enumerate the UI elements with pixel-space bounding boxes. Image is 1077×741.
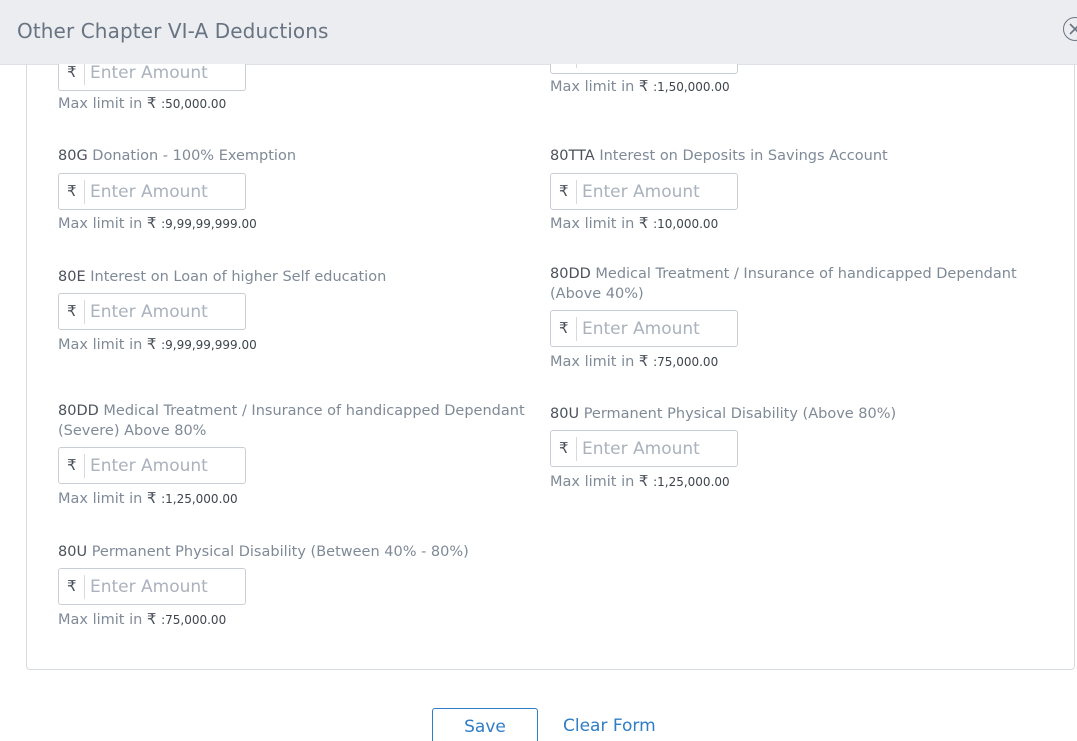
amount-field-80tta: ₹ — [550, 173, 738, 210]
max-limit-value: 1,25,000.00 — [165, 492, 238, 506]
divider — [84, 575, 85, 599]
max-limit: Max limit in ₹ :10,000.00 — [550, 214, 719, 232]
section-code: 80G — [58, 148, 88, 164]
divider — [576, 317, 577, 341]
amount-input[interactable] — [90, 452, 240, 480]
section-code: 80U — [58, 544, 88, 560]
field-80u-between-label: 80U Permanent Physical Disability (Betwe… — [58, 542, 538, 562]
rupee-icon: ₹ — [67, 302, 77, 320]
amount-field-80u-between: ₹ — [58, 568, 246, 605]
divider — [576, 437, 577, 461]
section-description: Medical Treatment / Insurance of handica… — [550, 266, 1017, 302]
close-button[interactable] — [1063, 17, 1077, 41]
divider — [576, 180, 577, 204]
max-limit-value: 75,000.00 — [165, 613, 227, 627]
max-limit: Max limit in ₹ :50,000.00 — [58, 94, 227, 112]
rupee-icon: ₹ — [638, 77, 649, 95]
amount-input[interactable] — [90, 178, 240, 206]
amount-field-80dd-severe: ₹ — [58, 447, 246, 484]
section-description: Interest on Deposits in Savings Account — [599, 148, 888, 164]
modal-header: Other Chapter VI-A Deductions — [0, 0, 1077, 65]
max-limit-value: 50,000.00 — [165, 97, 227, 111]
section-code: 80U — [550, 406, 580, 422]
section-description: Medical Treatment / Insurance of handica… — [58, 403, 525, 439]
section-description: Donation - 100% Exemption — [92, 148, 297, 164]
rupee-icon: ₹ — [146, 610, 157, 628]
save-button[interactable]: Save — [432, 708, 538, 741]
max-limit: Max limit in ₹ :9,99,99,999.00 — [58, 214, 257, 232]
close-icon — [1069, 23, 1077, 35]
max-limit: Max limit in ₹ :75,000.00 — [550, 352, 719, 370]
section-code: 80E — [58, 269, 86, 285]
section-description: Permanent Physical Disability (Above 80%… — [583, 406, 897, 422]
rupee-icon: ₹ — [559, 182, 569, 200]
max-limit-value: 9,99,99,999.00 — [165, 338, 257, 352]
field-80dd-severe-label: 80DD Medical Treatment / Insurance of ha… — [58, 401, 538, 441]
rupee-icon: ₹ — [67, 456, 77, 474]
amount-input[interactable] — [582, 435, 732, 463]
rupee-icon: ₹ — [67, 577, 77, 595]
section-description: Interest on Loan of higher Self educatio… — [90, 269, 387, 285]
divider — [84, 454, 85, 478]
max-limit-value: 1,50,000.00 — [657, 80, 730, 94]
rupee-icon: ₹ — [146, 214, 157, 232]
amount-field-80u-above-80: ₹ — [550, 430, 738, 467]
amount-input[interactable] — [90, 298, 240, 326]
max-limit-value: 75,000.00 — [657, 355, 719, 369]
rupee-icon: ₹ — [67, 182, 77, 200]
amount-field-f0: ₹ — [58, 64, 246, 91]
field-80tta-label: 80TTA Interest on Deposits in Savings Ac… — [550, 146, 1030, 166]
amount-field-80e: ₹ — [58, 293, 246, 330]
amount-field-80g: ₹ — [58, 173, 246, 210]
amount-input[interactable] — [582, 64, 732, 70]
field-80u-above-80-label: 80U Permanent Physical Disability (Above… — [550, 404, 1030, 424]
rupee-icon: ₹ — [67, 64, 77, 81]
section-code: 80TTA — [550, 148, 595, 164]
section-description: Permanent Physical Disability (Between 4… — [91, 544, 469, 560]
field-80dd-above-40-label: 80DD Medical Treatment / Insurance of ha… — [550, 264, 1040, 304]
amount-input[interactable] — [582, 315, 732, 343]
rupee-icon: ₹ — [146, 94, 157, 112]
section-code: 80DD — [58, 403, 99, 419]
max-limit-value: 10,000.00 — [657, 217, 719, 231]
max-limit-value: 9,99,99,999.00 — [165, 217, 257, 231]
field-80e-label: 80E Interest on Loan of higher Self educ… — [58, 267, 528, 287]
max-limit: Max limit in ₹ :1,50,000.00 — [550, 77, 730, 95]
form-footer: Save Clear Form — [0, 670, 1077, 741]
max-limit: Max limit in ₹ :1,25,000.00 — [58, 489, 238, 507]
deductions-form: ₹ Max limit in ₹ :50,000.00 ₹ Max limit … — [26, 64, 1075, 670]
rupee-icon: ₹ — [146, 335, 157, 353]
max-limit-value: 1,25,000.00 — [657, 475, 730, 489]
rupee-icon: ₹ — [638, 214, 649, 232]
divider — [84, 180, 85, 204]
rupee-icon: ₹ — [146, 489, 157, 507]
field-80g-label: 80G Donation - 100% Exemption — [58, 146, 528, 166]
clear-form-button[interactable]: Clear Form — [563, 716, 656, 736]
divider — [576, 64, 577, 68]
rupee-icon: ₹ — [638, 352, 649, 370]
rupee-icon: ₹ — [638, 472, 649, 490]
rupee-icon: ₹ — [559, 439, 569, 457]
amount-input[interactable] — [90, 573, 240, 601]
max-limit: Max limit in ₹ :9,99,99,999.00 — [58, 335, 257, 353]
divider — [84, 300, 85, 324]
section-code: 80DD — [550, 266, 591, 282]
max-limit: Max limit in ₹ :75,000.00 — [58, 610, 227, 628]
divider — [84, 64, 85, 85]
amount-field-f1: ₹ — [550, 64, 738, 74]
amount-input[interactable] — [90, 64, 240, 87]
amount-input[interactable] — [582, 178, 732, 206]
modal-title: Other Chapter VI-A Deductions — [17, 19, 329, 43]
rupee-icon: ₹ — [559, 319, 569, 337]
max-limit: Max limit in ₹ :1,25,000.00 — [550, 472, 730, 490]
amount-field-80dd-above-40: ₹ — [550, 310, 738, 347]
